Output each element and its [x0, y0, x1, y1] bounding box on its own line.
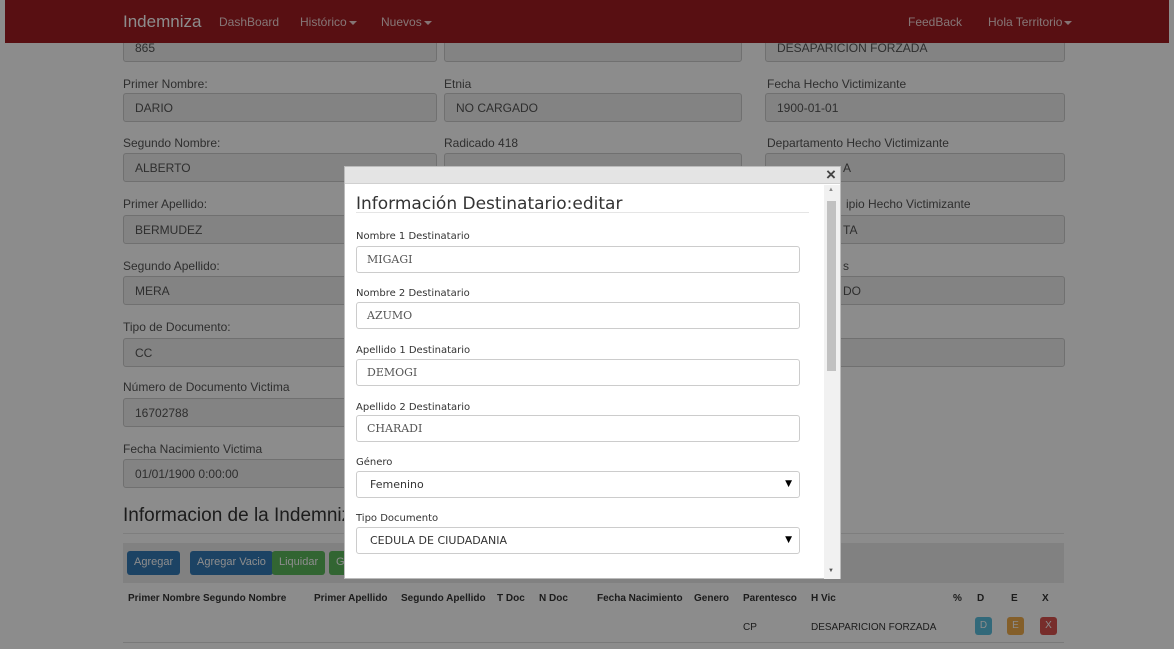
- scroll-up-arrow-icon[interactable]: ▲: [828, 187, 834, 193]
- label-nombre2: Nombre 2 Destinatario: [356, 288, 470, 299]
- label-apellido1: Apellido 1 Destinatario: [356, 345, 471, 356]
- label-apellido2: Apellido 2 Destinatario: [356, 402, 471, 413]
- select-arrow-icon: ▼: [785, 535, 792, 545]
- modal-scrollbar[interactable]: ▲ ▼: [824, 185, 840, 579]
- page: Indemniza DashBoard Histórico Nuevos Fee…: [0, 0, 1174, 649]
- label-nombre1: Nombre 1 Destinatario: [356, 231, 470, 242]
- nombre1-input[interactable]: MIGAGI: [356, 246, 800, 273]
- edit-destinatario-modal: × Información Destinatario:editar Nombre…: [344, 165, 841, 579]
- label-genero: Género: [356, 457, 393, 468]
- tipo-documento-select-value: CEDULA DE CIUDADANIA: [370, 534, 508, 547]
- modal-title-divider: [356, 212, 809, 213]
- tipo-documento-select[interactable]: CEDULA DE CIUDADANIA ▼: [356, 527, 800, 554]
- apellido2-input[interactable]: CHARADI: [356, 415, 800, 442]
- modal-titlebar: ×: [345, 165, 840, 185]
- scrollbar-thumb[interactable]: [827, 201, 836, 371]
- genero-select[interactable]: Femenino ▼: [356, 471, 800, 498]
- apellido1-input[interactable]: DEMOGI: [356, 359, 800, 386]
- modal-title: Información Destinatario:editar: [356, 194, 623, 214]
- scroll-down-arrow-icon[interactable]: ▼: [828, 568, 834, 574]
- genero-select-value: Femenino: [370, 478, 424, 491]
- close-icon[interactable]: ×: [826, 165, 836, 185]
- nombre2-input[interactable]: AZUMO: [356, 302, 800, 329]
- select-arrow-icon: ▼: [785, 479, 792, 489]
- label-tipo-documento-dest: Tipo Documento: [356, 513, 439, 524]
- modal-body: Información Destinatario:editar Nombre 1…: [345, 185, 823, 579]
